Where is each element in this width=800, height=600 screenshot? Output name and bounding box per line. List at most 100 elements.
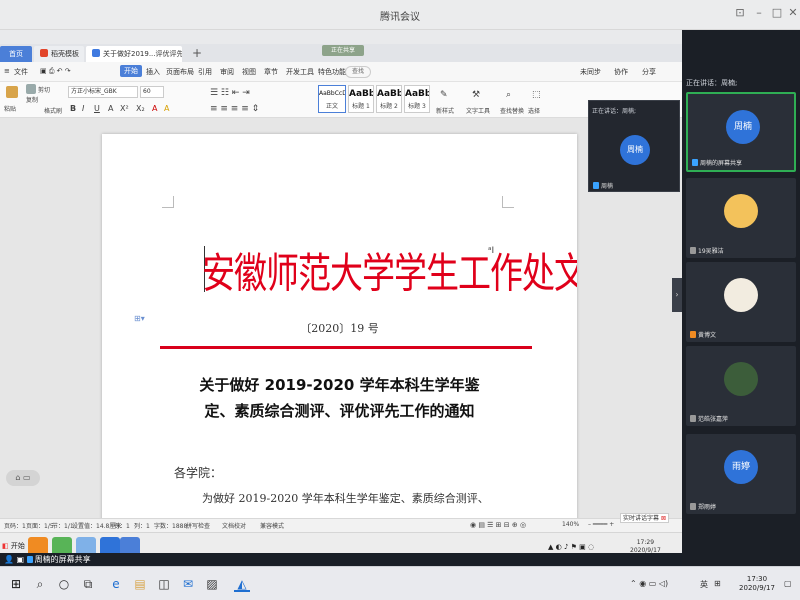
mail-icon[interactable]: ✉ [180, 576, 196, 592]
paste-icon[interactable] [6, 86, 18, 98]
collapse-panel-icon[interactable]: › [672, 278, 682, 312]
status-word-count[interactable]: 字数：1888 [154, 521, 187, 530]
find-replace-button[interactable]: 查找替换 [500, 106, 524, 115]
input-language[interactable]: 英 [700, 579, 708, 590]
font-color-icon[interactable]: A [152, 104, 157, 113]
tab-document[interactable]: 关于做好2019...评优评先工作的通知 [86, 46, 182, 62]
participant-tile-1[interactable]: 周楠 周楠的屏幕共享 [686, 92, 796, 172]
photos-icon[interactable]: ▨ [204, 576, 220, 592]
menu-home[interactable]: 开始 [120, 65, 142, 77]
remote-start-button[interactable]: ◧ 开始 [2, 541, 25, 551]
menu-layout[interactable]: 页面布局 [166, 67, 194, 77]
maximize-icon[interactable]: □ [770, 6, 784, 20]
close-icon[interactable]: ⊠ [661, 515, 666, 522]
font-size-select[interactable]: 60 [140, 86, 164, 98]
tray-icons[interactable]: ⌃ ◉ ▭ ◁) [630, 579, 668, 588]
notice-title-line-2[interactable]: 定、素质综合测评、评优评先工作的通知 [102, 400, 577, 421]
screen-share-label: 👤 ▣ 周楠的屏幕共享 [4, 554, 91, 565]
tab-home[interactable]: 首页 [0, 46, 32, 62]
font-name-select[interactable]: 方正小标宋_GBK [68, 86, 138, 98]
status-spell-check[interactable]: 拼写检查 [186, 521, 210, 530]
menu-developer[interactable]: 开发工具 [286, 67, 314, 77]
menu-special[interactable]: 特色功能 [318, 67, 346, 77]
menu-insert[interactable]: 插入 [146, 67, 160, 77]
menu-file[interactable]: 文件 [14, 67, 28, 77]
menu-icon[interactable]: ≡ [4, 67, 10, 75]
select-icon[interactable]: ⬚ [532, 90, 541, 100]
italic-icon[interactable]: I [82, 104, 84, 113]
document-page[interactable]: 安徽师范大学学生工作处文件 ᵃI 〔2020〕19 号 关于做好 2019-20… [102, 134, 577, 518]
status-proofread[interactable]: 文档校对 [222, 521, 246, 530]
file-explorer-icon[interactable]: ▤ [132, 576, 148, 592]
sync-status[interactable]: 未同步 [580, 67, 601, 77]
bullet-list-icon[interactable]: ☰ ☷ ⇤ ⇥ [210, 88, 250, 98]
zoom-level[interactable]: 140% [562, 521, 579, 528]
close-icon[interactable]: ✕ [786, 6, 800, 20]
cut-icon[interactable] [26, 84, 36, 94]
document-number[interactable]: 〔2020〕19 号 [102, 320, 577, 336]
ime-icon[interactable]: ⊞ [714, 579, 721, 588]
search-input[interactable]: 查找 [345, 66, 371, 78]
system-clock[interactable]: 17:30 2020/9/17 [736, 575, 778, 593]
search-icon[interactable]: ⌕ [32, 576, 48, 592]
side-tools-button[interactable]: ⌂ ▭ [6, 470, 40, 486]
participant-name-label: 周楠的屏幕共享 [700, 160, 743, 167]
participant-tile-4[interactable]: 范皓张嘉萍 [686, 346, 796, 426]
style-heading-1[interactable]: AaBb 标题 1 [348, 85, 374, 113]
cortana-icon[interactable]: ○ [56, 576, 72, 592]
salutation[interactable]: 各学院： [174, 464, 222, 481]
find-replace-icon[interactable]: ⌕ [506, 90, 511, 100]
menu-review[interactable]: 审阅 [220, 67, 234, 77]
document-header-title[interactable]: 安徽师范大学学生工作处文件 [202, 240, 577, 300]
subscript-icon[interactable]: X₂ [136, 104, 145, 113]
select-button[interactable]: 选择 [528, 106, 540, 115]
cut-button[interactable]: 剪切 [38, 85, 50, 94]
new-style-icon[interactable]: ✎ [440, 90, 448, 100]
menu-chapter[interactable]: 章节 [264, 67, 278, 77]
participant-name: 黄博文 [690, 330, 716, 339]
new-tab-icon[interactable]: + [192, 46, 202, 60]
style-normal[interactable]: AaBbCcDd 正文 [318, 85, 346, 113]
notice-title-line-1[interactable]: 关于做好 2019-2020 学年本科生学年鉴 [102, 374, 577, 395]
zoom-slider[interactable]: – ━━━━ + [588, 521, 614, 528]
text-tools-button[interactable]: 文字工具 [466, 106, 490, 115]
participant-tile-3[interactable]: 黄博文 [686, 262, 796, 342]
style-heading-2[interactable]: AaBb( 标题 2 [376, 85, 402, 113]
text-tools-icon[interactable]: ⚒ [472, 90, 480, 100]
strikethrough-icon[interactable]: A [108, 104, 113, 113]
menu-view[interactable]: 视图 [242, 67, 256, 77]
participant-name: 范皓张嘉萍 [690, 414, 728, 423]
paste-button[interactable]: 粘贴 [4, 104, 16, 113]
paragraph-mark-icon[interactable]: ⊞▾ [134, 314, 145, 323]
style-heading-3[interactable]: AaBbC 标题 3 [404, 85, 430, 113]
superscript-icon[interactable]: X² [120, 104, 129, 113]
tab-docer[interactable]: 稻壳模板 [34, 46, 84, 62]
floating-speaker-tile[interactable]: 正在讲话：周楠; 周楠 周楠 [588, 100, 680, 192]
notification-icon[interactable]: ▢ [784, 579, 792, 588]
edge-icon[interactable]: e [108, 576, 124, 592]
quick-tools-icon[interactable]: ▣ ⎙ ↶ ↷ [40, 67, 71, 76]
highlight-icon[interactable]: A [164, 104, 169, 113]
share-button[interactable]: 分享 [642, 67, 656, 77]
body-text[interactable]: 为做好 2019-2020 学年本科生学年鉴定、素质综合测评、 [202, 490, 489, 506]
copy-button[interactable]: 复制 [26, 95, 38, 104]
store-icon[interactable]: ◫ [156, 576, 172, 592]
underline-icon[interactable]: U [94, 104, 100, 113]
task-view-icon[interactable]: ⧉ [80, 576, 96, 592]
menu-references[interactable]: 引用 [198, 67, 212, 77]
new-style-button[interactable]: 新样式 [436, 106, 454, 115]
bold-icon[interactable]: B [70, 104, 76, 113]
view-mode-icons[interactable]: ◉ ▤ ☰ ⊞ ⊟ ⊕ ◎ [470, 521, 526, 529]
pin-icon[interactable]: ⊡ [733, 6, 747, 20]
align-icons[interactable]: ≡ ≡ ≡ ≡ ⇕ [210, 104, 259, 114]
windows-start-icon[interactable]: ⊞ [8, 576, 24, 592]
participant-tile-2[interactable]: 19吴雅洁 [686, 178, 796, 258]
live-subtitle-button[interactable]: 实时讲话字幕 ⊠ [620, 513, 669, 523]
remote-tray-icons[interactable]: ▲ ◐ ♪ ⚑ ▣ ◌ [548, 543, 594, 551]
participant-tile-5[interactable]: 雨婷 郑雨婷 [686, 434, 796, 514]
document-canvas[interactable]: 安徽师范大学学生工作处文件 ᵃI 〔2020〕19 号 关于做好 2019-20… [0, 118, 682, 518]
minimize-icon[interactable]: – [752, 6, 766, 20]
tencent-meeting-taskbar-icon[interactable]: ◭ [234, 576, 250, 592]
format-painter-button[interactable]: 格式刷 [44, 106, 62, 115]
collaborate-button[interactable]: 协作 [614, 67, 628, 77]
